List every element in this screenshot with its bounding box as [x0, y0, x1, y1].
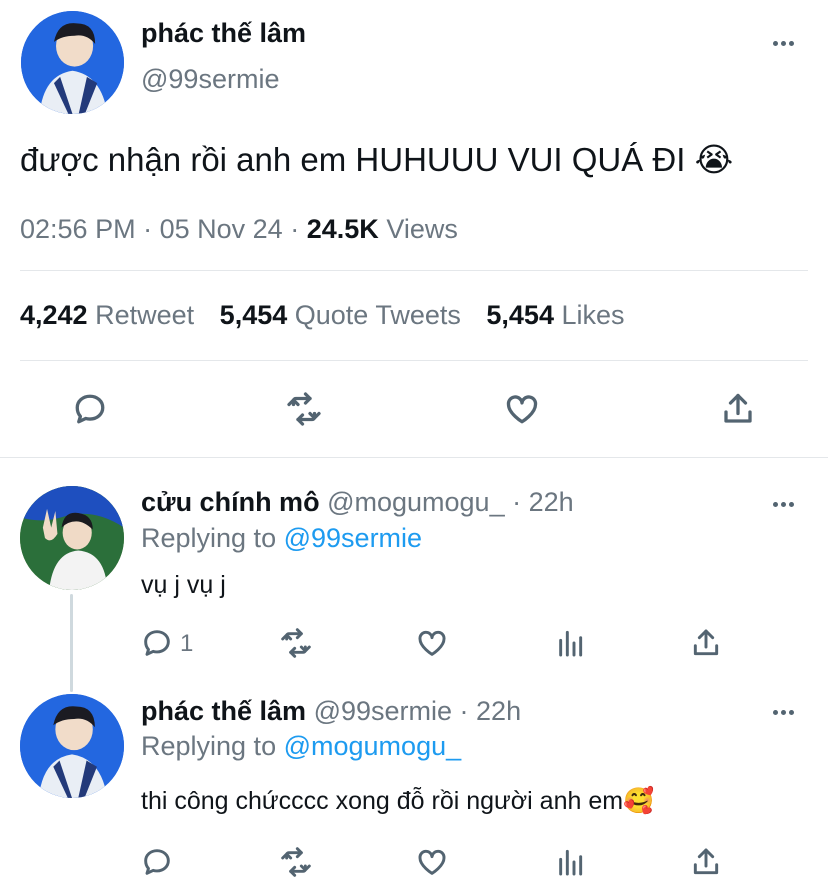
reply-display-name[interactable]: cửu chính mô [141, 487, 320, 517]
tweet-stats: 4,242 Retweet 5,454 Quote Tweets 5,454 L… [20, 300, 625, 331]
more-icon[interactable] [773, 710, 794, 715]
quotes-stat[interactable]: 5,454 Quote Tweets [220, 300, 469, 330]
reply-avatar[interactable] [20, 694, 124, 798]
reply-avatar[interactable] [20, 486, 124, 590]
reply-display-name[interactable]: phác thế lâm [141, 696, 306, 726]
quotes-count: 5,454 [219, 300, 288, 330]
retweets-label: Retweet [95, 300, 195, 330]
likes-count: 5,454 [486, 300, 554, 330]
retweets-stat[interactable]: 4,242 Retweet [20, 300, 202, 330]
more-icon[interactable] [773, 502, 794, 507]
replying-to: Replying to @mogumogu_ [141, 731, 461, 762]
tweet-time: 02:56 PM [20, 214, 136, 244]
reply-header: phác thế lâm @99sermie · 22h [141, 696, 521, 727]
quotes-label: Quote Tweets [294, 300, 461, 330]
like-icon[interactable] [415, 627, 449, 659]
retweet-icon[interactable] [284, 391, 324, 427]
reply-icon[interactable] [141, 846, 173, 878]
views-label[interactable]: Views [386, 214, 458, 244]
retweet-icon[interactable] [278, 627, 314, 659]
views-count[interactable]: 24.5K [307, 214, 379, 244]
like-icon[interactable] [415, 846, 449, 878]
reply-time[interactable]: · 22h [512, 487, 574, 517]
replying-to-link[interactable]: @99sermie [284, 523, 422, 553]
meta-separator: · [290, 214, 300, 244]
share-icon[interactable] [720, 390, 756, 428]
reply-icon[interactable] [141, 627, 173, 659]
reply-icon[interactable] [72, 391, 108, 427]
more-icon[interactable] [773, 41, 794, 46]
reply-handle[interactable]: @mogumogu_ [327, 487, 505, 517]
analytics-icon[interactable] [554, 627, 586, 659]
tweet-text: được nhận rồi anh em HUHUUU VUI QUÁ ĐI 😭 [20, 141, 734, 178]
replying-to: Replying to @99sermie [141, 523, 422, 554]
replying-prefix: Replying to [141, 731, 277, 761]
replying-prefix: Replying to [141, 523, 277, 553]
reply-time[interactable]: · 22h [460, 696, 522, 726]
tweet-meta: 02:56 PM · 05 Nov 24 · 24.5K Views [20, 214, 458, 245]
tweet-date: 05 Nov 24 [159, 214, 283, 244]
reply-count[interactable]: 1 [180, 630, 193, 658]
analytics-icon[interactable] [554, 846, 586, 878]
retweet-icon[interactable] [278, 846, 314, 878]
reply-header: cửu chính mô @mogumogu_ · 22h [141, 487, 574, 518]
divider [20, 360, 808, 361]
author-handle[interactable]: @99sermie [141, 64, 279, 95]
divider [0, 457, 828, 458]
share-icon[interactable] [690, 626, 722, 660]
share-icon[interactable] [690, 845, 722, 879]
likes-label: Likes [561, 300, 625, 330]
meta-separator: · [143, 214, 153, 244]
reply-text: vụ j vụ j [141, 571, 226, 599]
like-icon[interactable] [502, 391, 542, 427]
reply-text: thi công chứcccc xong đỗ rồi người anh e… [141, 787, 655, 815]
author-avatar[interactable] [21, 11, 124, 114]
author-display-name[interactable]: phác thế lâm [141, 18, 306, 49]
divider [20, 270, 808, 271]
thread-line [70, 594, 73, 692]
likes-stat[interactable]: 5,454 Likes [486, 300, 624, 330]
retweets-count: 4,242 [20, 300, 88, 330]
reply-handle[interactable]: @99sermie [314, 696, 452, 726]
replying-to-link[interactable]: @mogumogu_ [284, 731, 462, 761]
